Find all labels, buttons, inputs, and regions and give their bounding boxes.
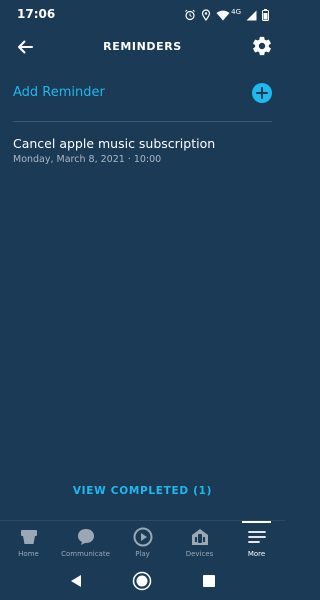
network-type: 4G [231, 8, 241, 16]
nav-item-communicate[interactable]: Communicate [57, 521, 114, 563]
nav-item-play[interactable]: Play [114, 521, 171, 563]
page-title: REMINDERS [103, 40, 182, 53]
battery-icon [262, 9, 269, 21]
wifi-icon [216, 10, 230, 20]
status-bar: 17:06 4G [0, 0, 285, 30]
add-reminder-row[interactable]: Add Reminder [0, 76, 285, 112]
reminder-date: Monday, March 8, 2021 · 10:00 [13, 154, 162, 165]
app-header: REMINDERS [0, 30, 285, 65]
add-plus-icon[interactable] [251, 82, 273, 104]
signal-icon [246, 10, 257, 20]
list-item[interactable]: Cancel apple music subscription Monday, … [13, 135, 273, 167]
status-time: 17:06 [17, 7, 56, 21]
reminder-title: Cancel apple music subscription [13, 136, 216, 151]
view-completed-button[interactable]: VIEW COMPLETED (1) [0, 485, 285, 497]
active-indicator [242, 521, 271, 523]
system-nav-bar [0, 562, 285, 600]
status-icons: 4G [184, 7, 269, 23]
menu-icon [247, 531, 266, 543]
home-icon [20, 530, 37, 544]
location-icon [202, 9, 211, 21]
play-icon [133, 527, 152, 547]
alarm-icon [185, 9, 195, 21]
chat-bubble-icon [77, 529, 94, 545]
system-recents-icon[interactable] [199, 571, 219, 591]
nav-label-more: More [247, 550, 266, 558]
nav-item-home[interactable]: Home [0, 521, 57, 563]
system-home-icon[interactable] [132, 571, 152, 591]
nav-item-devices[interactable]: Devices [171, 521, 228, 563]
nav-label-devices: Devices [185, 550, 214, 558]
nav-label-home: Home [18, 550, 39, 558]
devices-icon [191, 529, 208, 545]
system-back-icon[interactable] [66, 571, 86, 591]
add-reminder-label[interactable]: Add Reminder [13, 85, 105, 100]
gear-icon[interactable] [251, 35, 273, 57]
nav-label-play: Play [135, 550, 150, 558]
nav-item-more[interactable]: More [228, 521, 285, 563]
nav-label-communicate: Communicate [61, 550, 110, 558]
divider [13, 121, 272, 122]
bottom-nav: Home Communicate Play Devices More [0, 520, 285, 562]
